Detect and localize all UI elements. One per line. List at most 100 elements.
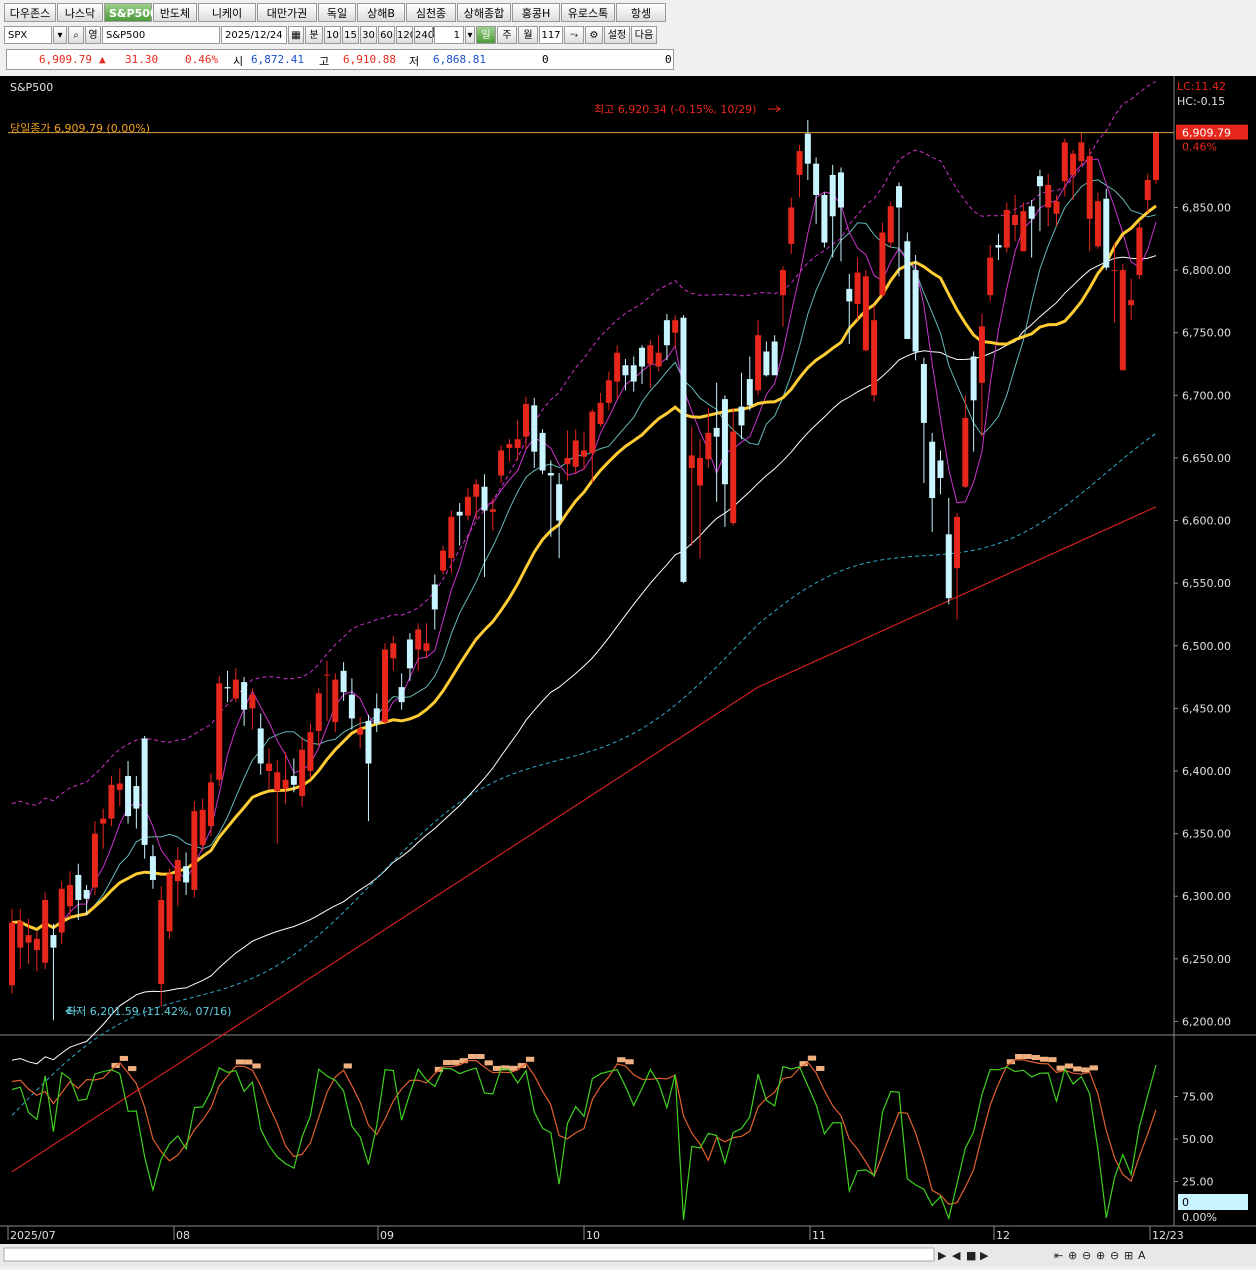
scroll-control-icon: ◀ <box>952 1249 961 1262</box>
tab-6[interactable]: 독일 <box>318 3 356 22</box>
tab-4[interactable]: 니케이 <box>198 3 256 22</box>
date-field[interactable]: 2025/12/24 <box>221 26 287 44</box>
candle-body <box>622 365 629 376</box>
low-marker-label: 최저 6,201.59 (11.42%, 07/16) <box>66 1005 231 1018</box>
candle-body <box>116 783 123 790</box>
candle-body <box>282 779 289 789</box>
overbought-fill <box>617 1057 626 1063</box>
candle-body <box>962 417 969 487</box>
overbought-fill <box>343 1063 352 1069</box>
scrollbar-thumb <box>3 1247 935 1262</box>
tab-7[interactable]: 상해B <box>357 3 405 22</box>
period-10-button[interactable]: 10 <box>324 26 341 44</box>
candle-body <box>730 431 737 524</box>
candle-body <box>125 776 132 817</box>
next-button[interactable]: 다음 <box>631 26 657 44</box>
period-120-button[interactable]: 120 <box>396 26 413 44</box>
symbol-name-field[interactable]: S&P500 <box>102 26 220 44</box>
candle-body <box>1020 211 1027 252</box>
candle-body <box>821 194 828 243</box>
candle-body <box>954 516 961 569</box>
tab-5[interactable]: 대만가권 <box>257 3 317 22</box>
overbought-fill <box>1031 1055 1040 1061</box>
price-chart-svg[interactable]: 6,850.00 6,800.00 6,750.00 6,700.00 6,650.00… <box>0 76 1256 1267</box>
overbought-fill <box>1073 1066 1082 1072</box>
candle-body <box>912 270 919 352</box>
high-price: 6,910.88 <box>343 53 396 66</box>
tab-12[interactable]: 항셍 <box>616 3 666 22</box>
candle-body <box>1012 215 1019 226</box>
candle-body <box>1053 201 1060 214</box>
candle-body <box>141 738 148 845</box>
overbought-fill <box>484 1060 493 1066</box>
current-price: 6,909.79 <box>39 53 92 66</box>
candle-body <box>42 900 49 963</box>
tab-9[interactable]: 상해종합 <box>457 3 511 22</box>
search-icon[interactable]: ⌕ <box>68 26 84 44</box>
candle-body <box>1036 176 1043 187</box>
candle-body <box>572 440 579 467</box>
tab-3[interactable]: 반도체 <box>153 3 197 22</box>
candle-body <box>887 206 894 243</box>
overbought-fill <box>128 1066 137 1072</box>
candle-body <box>274 772 281 792</box>
y-tick-label: 6,600.00 <box>1182 515 1231 528</box>
overbought-fill <box>1089 1065 1098 1071</box>
count-input[interactable]: 1 <box>434 26 464 44</box>
candle-body <box>697 457 704 486</box>
candle-body <box>589 411 596 453</box>
unit-week-button[interactable]: 주 <box>497 26 517 44</box>
candle-body <box>340 670 347 693</box>
tab-1[interactable]: 나스닥 <box>57 3 103 22</box>
candle-body <box>995 245 1002 248</box>
osc-tick-label: 50.00 <box>1182 1133 1214 1146</box>
period-30-button[interactable]: 30 <box>360 26 377 44</box>
candle-body <box>547 472 554 476</box>
gear-icon[interactable]: ⚙ <box>585 26 603 44</box>
code-dropdown-icon[interactable]: ▾ <box>53 26 67 44</box>
chart-area[interactable]: 6,850.00 6,800.00 6,750.00 6,700.00 6,650.00… <box>0 76 1256 1267</box>
trend-tool-icon[interactable]: ⤳ <box>564 26 584 44</box>
tab-0[interactable]: 다우존스 <box>4 3 56 22</box>
candle-body <box>33 938 40 951</box>
candle-body <box>191 811 198 890</box>
calendar-icon[interactable]: ▦ <box>288 26 304 44</box>
date-label: 12/23 <box>1152 1229 1184 1242</box>
period-15-button[interactable]: 15 <box>342 26 359 44</box>
candle-body <box>514 439 521 448</box>
date-label: 10 <box>586 1229 600 1242</box>
tab-11[interactable]: 유로스톡 <box>561 3 615 22</box>
code-input[interactable]: SPX <box>4 26 52 44</box>
bar-count-input[interactable]: 117 <box>539 26 563 44</box>
y-tick-label: 6,650.00 <box>1182 452 1231 465</box>
unit-month-button[interactable]: 월 <box>518 26 538 44</box>
candle-body <box>655 352 662 367</box>
unit-day-button[interactable]: 일 <box>476 26 496 44</box>
scroll-control-icon: ⊞ <box>1124 1249 1133 1262</box>
settings-button[interactable]: 설정 <box>604 26 630 44</box>
period-240-button[interactable]: 240 <box>414 26 433 44</box>
period-60-button[interactable]: 60 <box>378 26 395 44</box>
overbought-fill <box>1039 1056 1049 1062</box>
tab-10[interactable]: 홍콩H <box>512 3 560 22</box>
candle-body <box>1061 142 1068 182</box>
overbought-fill <box>807 1055 817 1061</box>
overbought-fill <box>451 1059 460 1065</box>
overbought-fill <box>1081 1067 1090 1073</box>
candle-body <box>663 320 670 346</box>
overbought-fill <box>119 1055 129 1061</box>
y-tick-label: 6,500.00 <box>1182 640 1231 653</box>
tab-2[interactable]: S&P500 <box>104 3 158 22</box>
count-dropdown-icon[interactable]: ▾ <box>465 26 475 44</box>
period-minute-button[interactable]: 분 <box>305 26 323 44</box>
candle-body <box>473 484 480 497</box>
volume-value-1: 0 <box>542 53 549 66</box>
candle-body <box>249 694 256 709</box>
lc-label: LC:11.42 <box>1177 80 1226 93</box>
candle-body <box>721 399 728 485</box>
search-mode-button[interactable]: 영 <box>85 26 101 44</box>
date-label: 08 <box>176 1229 190 1242</box>
candle-body <box>365 720 372 764</box>
candle-body <box>788 207 795 244</box>
tab-8[interactable]: 심천종합 <box>406 3 456 39</box>
